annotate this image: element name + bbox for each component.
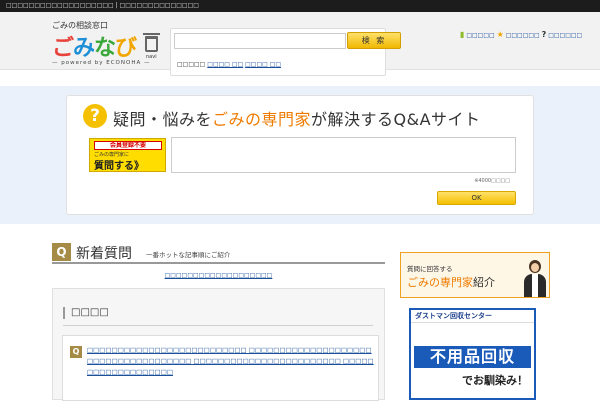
- top-bar-text[interactable]: □□□□□□□□□□□□□□□□□□□ | □□□□□□□□□□□□□□: [6, 2, 199, 9]
- ask-badge: 会員登録不要 ごみの専門家に 質問する》: [89, 138, 166, 172]
- new-questions-header: Q 新着質問 一番ホットな記事順にご紹介: [52, 242, 385, 264]
- trash-bin-icon: [143, 33, 160, 52]
- search-tag-link-2[interactable]: □□□□ □□: [245, 61, 281, 68]
- expert-banner-line1: 質問に回答する: [407, 265, 453, 273]
- question-icon: ?: [541, 30, 547, 39]
- search-input[interactable]: [174, 33, 346, 49]
- logo-powered-by: — powered by ECONOHA —: [52, 60, 151, 66]
- expert-banner-line2: ごみの専門家紹介: [407, 274, 495, 290]
- search-box: 検 索 □□□□□ □□□□ □□ □□□□ □□: [170, 28, 401, 76]
- top-bar: □□□□□□□□□□□□□□□□□□□ | □□□□□□□□□□□□□□: [0, 0, 600, 12]
- expert-banner-suffix: 紹介: [473, 276, 495, 289]
- new-questions-subtitle: 一番ホットな記事順にご紹介: [146, 251, 231, 259]
- star-icon: ★: [496, 30, 504, 39]
- question-form: ? 疑問・悩みをごみの専門家が解決するQ&Aサイト 会員登録不要 ごみの専門家に…: [66, 95, 534, 215]
- tagline-highlight: ごみの専門家: [212, 110, 312, 129]
- question-link[interactable]: □□□□□□□□□□□□□□□□□□□□□□□□□□ □□□□□□□□□□□□□…: [87, 345, 377, 378]
- expert-banner-highlight: ごみの専門家: [407, 276, 473, 289]
- list-item: Q □□□□□□□□□□□□□□□□□□□□□□□□□□ □□□□□□□□□□□…: [62, 335, 379, 401]
- site-logo[interactable]: ごみの相談窓口 ごみなび navi — powered by ECONOHA —: [52, 20, 164, 72]
- dustman-ad-banner[interactable]: ダストマン回収センター 不用品回収 でお馴染み！: [409, 308, 536, 400]
- dustman-banner-title: ダストマン回収センター: [411, 310, 534, 323]
- list-box-divider: [63, 325, 373, 326]
- logo-char-4: び: [115, 36, 137, 61]
- hero-tagline: 疑問・悩みをごみの専門家が解決するQ&Aサイト: [113, 106, 481, 130]
- q-square-icon: Q: [70, 346, 82, 358]
- question-textarea[interactable]: [171, 137, 516, 173]
- q-square-icon: Q: [52, 243, 71, 261]
- tagline-part-2: が解決するQ&Aサイト: [311, 110, 481, 129]
- ask-question-label: 質問する》: [94, 161, 144, 172]
- expert-person-icon: [521, 255, 549, 297]
- header-link-3[interactable]: □□□□□□: [548, 32, 582, 39]
- person-face: [531, 263, 539, 272]
- person-shirt: [532, 274, 538, 297]
- header-links: ▮ □□□□□ ★ □□□□□□ ? □□□□□□: [460, 30, 582, 39]
- header: ごみの相談窓口 ごみなび navi — powered by ECONOHA —…: [0, 12, 600, 76]
- search-button[interactable]: 検 索: [347, 32, 401, 49]
- new-questions-title: 新着質問: [76, 246, 132, 262]
- leaf-icon: ▮: [460, 30, 465, 39]
- dustman-banner-tagline: でお馴染み！: [462, 374, 528, 387]
- notice-link[interactable]: □□□□□□□□□□□□□□□□□□□: [52, 272, 385, 279]
- header-link-2[interactable]: □□□□□□: [506, 32, 540, 39]
- list-box-title: □□□□: [63, 307, 109, 319]
- no-registration-label: 会員登録不要: [94, 141, 162, 150]
- logo-char-3: な: [94, 36, 116, 61]
- question-circle-icon: ?: [83, 104, 107, 128]
- expert-intro-banner[interactable]: 質問に回答する ごみの専門家紹介: [400, 252, 550, 298]
- logo-wordmark: ごみなび: [52, 30, 137, 62]
- dustman-banner-spacer: [411, 324, 534, 344]
- header-link-1[interactable]: □□□□□: [466, 32, 494, 39]
- tagline-part-1: 疑問・悩みを: [113, 110, 213, 129]
- search-tags: □□□□□ □□□□ □□ □□□□ □□: [177, 61, 281, 68]
- dustman-banner-headline: 不用品回収: [414, 346, 531, 368]
- search-tags-label: □□□□□: [177, 61, 206, 68]
- ok-button[interactable]: OK: [437, 191, 516, 205]
- search-tag-link-1[interactable]: □□□□ □□: [207, 61, 243, 68]
- question-list-box: □□□□ Q □□□□□□□□□□□□□□□□□□□□□□□□□□ □□□□□□…: [52, 288, 385, 401]
- logo-char-2: み: [73, 36, 95, 61]
- char-limit-note: ※4000□□□□: [474, 178, 510, 184]
- logo-char-1: ご: [52, 36, 74, 61]
